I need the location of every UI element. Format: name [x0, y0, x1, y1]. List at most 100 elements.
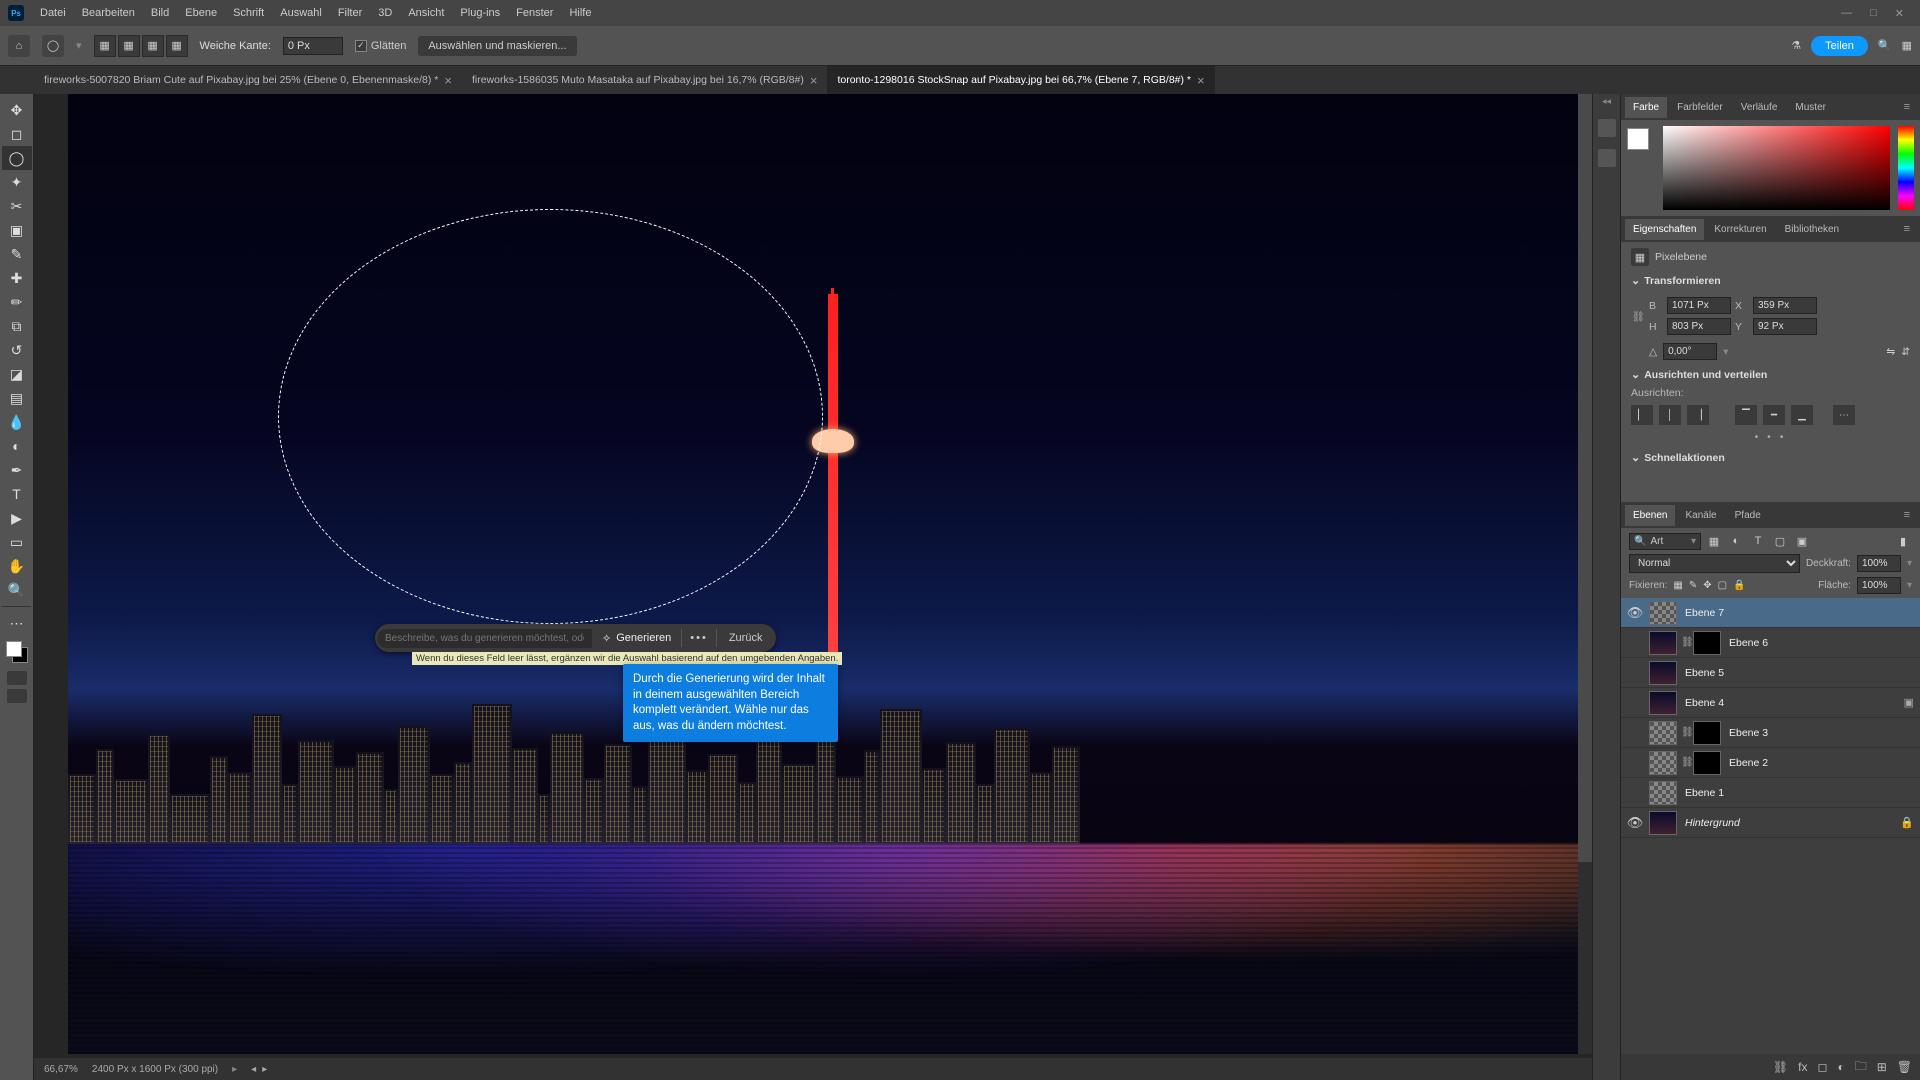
screen-mode-icon[interactable]	[7, 689, 27, 703]
new-selection-icon[interactable]: ▦	[94, 35, 116, 57]
blend-mode-select[interactable]: Normal	[1629, 554, 1800, 573]
x-input[interactable]	[1753, 297, 1817, 314]
menu-schrift[interactable]: Schrift	[225, 3, 272, 23]
hue-slider[interactable]	[1898, 126, 1914, 210]
layer-row[interactable]: ⛓Ebene 3	[1621, 718, 1920, 748]
layer-name[interactable]: Ebene 1	[1681, 787, 1914, 799]
more-options-button[interactable]: •••	[682, 632, 716, 644]
menu-hilfe[interactable]: Hilfe	[561, 3, 599, 23]
layer-thumbnail[interactable]	[1649, 751, 1677, 775]
panel-menu-icon[interactable]: ≡	[1898, 101, 1916, 113]
next-icon[interactable]: ▸	[262, 1064, 267, 1075]
layer-filter-kind[interactable]: 🔍Art▾	[1629, 533, 1701, 550]
angle-input[interactable]	[1663, 343, 1717, 360]
panel-menu-icon[interactable]: ≡	[1898, 223, 1916, 235]
flip-vertical-icon[interactable]: ⇵	[1901, 346, 1910, 358]
zoom-level[interactable]: 66,67%	[44, 1064, 78, 1075]
visibility-toggle-icon[interactable]: 👁	[1621, 605, 1649, 621]
document-tab[interactable]: fireworks-1586035 Muto Masataka auf Pixa…	[462, 66, 828, 94]
layer-style-icon[interactable]: fx	[1798, 1060, 1807, 1074]
menu-fenster[interactable]: Fenster	[508, 3, 561, 23]
close-tab-icon[interactable]: ×	[444, 73, 452, 88]
cloud-status-icon[interactable]: ⚗	[1791, 39, 1801, 52]
path-selection-tool-icon[interactable]: ▶	[2, 506, 32, 530]
search-icon[interactable]: 🔍	[1878, 39, 1892, 52]
align-left-icon[interactable]: ▏	[1631, 405, 1653, 425]
collapse-arrow-icon[interactable]: ◂◂	[1602, 96, 1611, 107]
layer-thumbnail[interactable]	[1649, 601, 1677, 625]
generate-button[interactable]: ✧Generieren	[592, 624, 681, 652]
y-input[interactable]	[1753, 318, 1817, 335]
close-tab-icon[interactable]: ×	[810, 73, 818, 88]
color-spectrum[interactable]	[1663, 126, 1890, 210]
filter-adjustment-icon[interactable]: ◐	[1727, 532, 1745, 550]
lock-transparency-icon[interactable]: ▦	[1673, 580, 1682, 591]
layer-row[interactable]: Ebene 1	[1621, 778, 1920, 808]
visibility-toggle-icon[interactable]: 👁	[1621, 815, 1649, 831]
healing-brush-tool-icon[interactable]: ✚	[2, 266, 32, 290]
lasso-tool-icon[interactable]: ◯	[2, 146, 32, 170]
mask-link-icon[interactable]: ⛓	[1681, 637, 1693, 648]
layer-row[interactable]: Ebene 4▣	[1621, 688, 1920, 718]
layer-name[interactable]: Ebene 2	[1725, 757, 1914, 769]
filter-shape-icon[interactable]: ▢	[1771, 532, 1789, 550]
type-tool-icon[interactable]: T	[2, 482, 32, 506]
align-more-icon[interactable]: ⋯	[1833, 405, 1855, 425]
menu-plug-ins[interactable]: Plug-ins	[452, 3, 508, 23]
new-layer-icon[interactable]: ⊞	[1877, 1060, 1887, 1074]
filter-pixel-icon[interactable]: ▦	[1705, 532, 1723, 550]
transform-section-header[interactable]: Transformieren	[1631, 274, 1910, 287]
menu-auswahl[interactable]: Auswahl	[272, 3, 330, 23]
layer-name[interactable]: Ebene 6	[1725, 637, 1914, 649]
edit-toolbar-icon[interactable]: ⋯	[2, 611, 32, 635]
lock-pixels-icon[interactable]: ✎	[1689, 580, 1697, 591]
close-tab-icon[interactable]: ×	[1197, 73, 1205, 88]
magic-wand-tool-icon[interactable]: ✦	[2, 170, 32, 194]
vertical-scrollbar[interactable]	[1578, 94, 1592, 1054]
panel-tab-bibliotheken[interactable]: Bibliotheken	[1777, 219, 1847, 240]
layer-mask-thumbnail[interactable]	[1693, 751, 1721, 775]
workspace-icon[interactable]: ▦	[1902, 39, 1912, 52]
align-more-dots[interactable]: • • •	[1631, 431, 1910, 443]
history-brush-tool-icon[interactable]: ↺	[2, 338, 32, 362]
add-selection-icon[interactable]: ▦	[118, 35, 140, 57]
document-tab[interactable]: toronto-1298016 StockSnap auf Pixabay.jp…	[827, 66, 1214, 94]
quick-mask-icon[interactable]	[7, 671, 27, 685]
maximize-icon[interactable]: □	[1870, 7, 1877, 20]
layer-row[interactable]: ⛓ Ebene 2	[1621, 748, 1920, 778]
layer-row[interactable]: Ebene 5	[1621, 658, 1920, 688]
panel-tab-korrekturen[interactable]: Korrekturen	[1706, 219, 1774, 240]
shape-tool-icon[interactable]: ▭	[2, 530, 32, 554]
menu-filter[interactable]: Filter	[330, 3, 370, 23]
delete-layer-icon[interactable]: 🗑	[1897, 1060, 1912, 1074]
layer-row[interactable]: ⛓ Ebene 6	[1621, 628, 1920, 658]
foreground-color-swatch[interactable]	[1627, 128, 1649, 150]
gradient-tool-icon[interactable]: ▤	[2, 386, 32, 410]
panel-tab-muster[interactable]: Muster	[1787, 97, 1834, 118]
back-button[interactable]: Zurück	[717, 632, 775, 644]
layer-name[interactable]: Ebene 4	[1681, 697, 1904, 709]
intersect-selection-icon[interactable]: ▦	[166, 35, 188, 57]
width-input[interactable]	[1667, 297, 1731, 314]
menu-bild[interactable]: Bild	[143, 3, 177, 23]
pen-tool-icon[interactable]: ✒	[2, 458, 32, 482]
document-info[interactable]: 2400 Px x 1600 Px (300 ppi)	[92, 1064, 218, 1075]
layer-thumbnail[interactable]	[1649, 661, 1677, 685]
layer-mask-thumbnail[interactable]	[1693, 631, 1721, 655]
tool-preset-icon[interactable]: ◯	[42, 35, 64, 57]
close-icon[interactable]: ✕	[1895, 7, 1904, 20]
home-icon[interactable]: ⌂	[8, 35, 30, 57]
link-layers-icon[interactable]: ⛓	[1773, 1060, 1788, 1074]
panel-tab-verläufe[interactable]: Verläufe	[1733, 97, 1786, 118]
panel-menu-icon[interactable]: ≡	[1898, 509, 1916, 521]
align-top-icon[interactable]: ▔	[1735, 405, 1757, 425]
filter-toggle-icon[interactable]: ▮	[1894, 532, 1912, 550]
mask-link-icon[interactable]: ⛓	[1681, 757, 1693, 768]
menu-3d[interactable]: 3D	[370, 3, 400, 23]
document-canvas[interactable]: ✧Generieren ••• Zurück Wenn du dieses Fe…	[68, 94, 1592, 1054]
document-tab[interactable]: fireworks-5007820 Briam Cute auf Pixabay…	[34, 66, 462, 94]
collapsed-panel-icon[interactable]	[1598, 149, 1616, 167]
panel-tab-eigenschaften[interactable]: Eigenschaften	[1625, 219, 1704, 240]
new-group-icon[interactable]: 🗀	[1855, 1057, 1867, 1078]
lock-icon[interactable]: 🔒	[1900, 816, 1914, 829]
